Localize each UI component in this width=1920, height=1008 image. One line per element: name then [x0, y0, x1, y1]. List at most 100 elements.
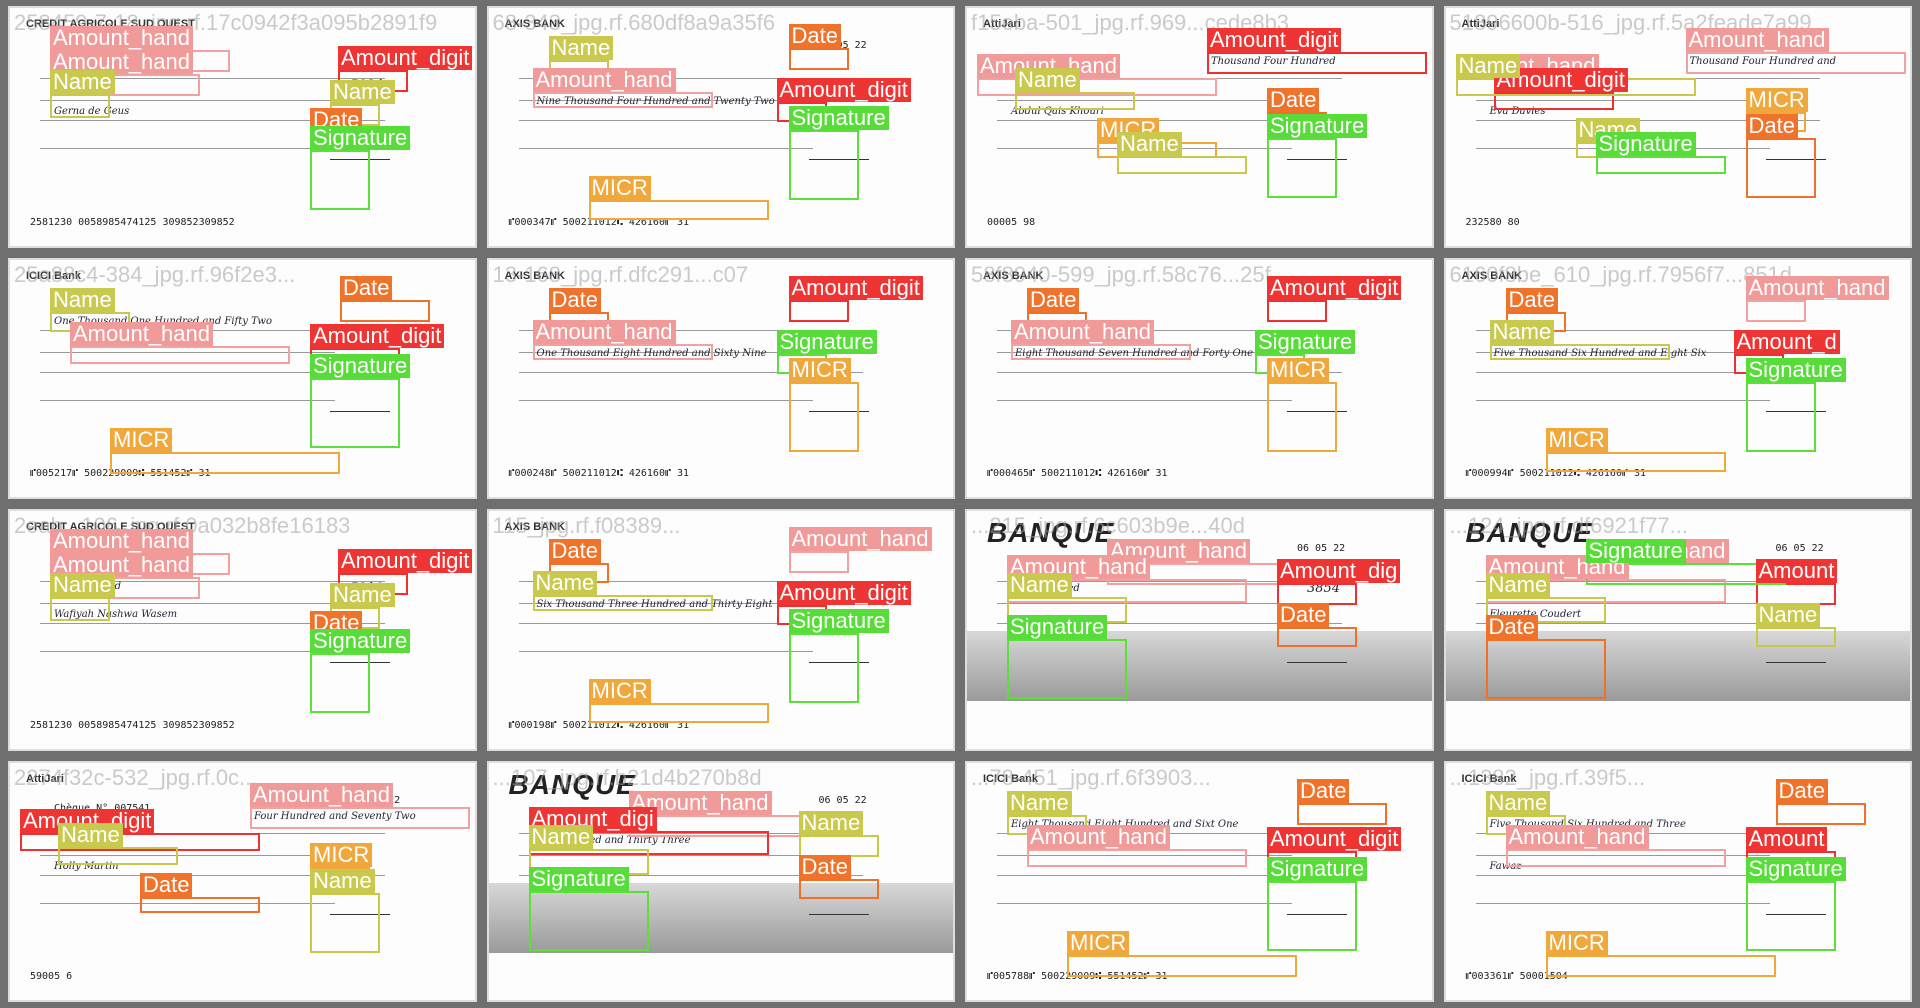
annotation-box-name[interactable]: [532, 595, 713, 611]
annotation-box-hand[interactable]: [250, 806, 470, 829]
annotation-box-name[interactable]: [58, 846, 178, 865]
cheque-tile[interactable]: ...1382_jpg.rf.39f5...ICICI BankFive Tho…: [1443, 760, 1912, 1002]
annotation-box-micr[interactable]: [588, 703, 769, 723]
micr-line-text: ⑈000465⑈ 500211012⑆ 426160⑈ 31: [987, 468, 1168, 479]
annotation-box-micr[interactable]: [588, 200, 769, 220]
annotation-box-micr[interactable]: [1267, 381, 1337, 452]
cheque-line: [1475, 399, 1770, 401]
cheque-tile[interactable]: 25a88c4-384_jpg.rf.96f2e3... ICICI Bank On…: [8, 257, 477, 499]
cheque-tile[interactable]: 68-343_jpg.rf.680df8a9a35f6 AXIS BANK Nine…: [486, 6, 955, 248]
annotation-box-date[interactable]: [340, 299, 430, 322]
annotation-label-date: Date: [798, 854, 851, 879]
cheque-tile[interactable]: ...78-451_jpg.rf.6f3903... ICICI Bank Eigh…: [965, 760, 1434, 1002]
annotation-label-micr: MICR: [1745, 88, 1808, 112]
annotation-label-name: Name: [1117, 132, 1182, 156]
annotation-box-micr[interactable]: [1545, 451, 1726, 472]
annotation-box-name[interactable]: [50, 94, 110, 118]
cheque-tile[interactable]: 115_jpg.rf.f08389... AXIS BANK Six Thousan…: [486, 509, 955, 751]
annotation-box-hand[interactable]: [70, 345, 290, 364]
annotation-box-name[interactable]: [1489, 343, 1670, 360]
annotation-label-name: Name: [1015, 68, 1080, 92]
cheque-date-text: 06 05 22: [1297, 543, 1346, 554]
annotation-box-micr[interactable]: [1067, 954, 1297, 977]
annotation-label-digit: Amount_digit: [1207, 28, 1342, 52]
annotation-box-sig[interactable]: [528, 890, 649, 951]
annotation-label-digit: Amount_digit: [338, 46, 473, 70]
tile-filename: ...107_jpg.rf.b21d4b270b8d: [492, 764, 762, 790]
annotation-box-sig[interactable]: [1007, 639, 1127, 699]
annotation-box-sig[interactable]: [1745, 381, 1816, 452]
cheque-tile[interactable]: 58f8940-599_jpg.rf.58c76...25f AXIS BANK E…: [965, 257, 1434, 499]
annotation-label-sig: Signature: [1745, 357, 1846, 382]
cheque-tile[interactable]: ...124_jpg.rf.df6921f77...BANQUEHundredF…: [1443, 509, 1912, 751]
cheque-tile[interactable]: 2eab...106_jpg.rf.0a032b8fe16183 CREDIT A…: [8, 509, 477, 751]
tile-filename: ...124_jpg.rf.df6921f77...: [1449, 513, 1689, 538]
annotation-box-date[interactable]: [788, 48, 849, 70]
annotation-box-name[interactable]: [50, 597, 110, 621]
annotation-box-hand[interactable]: [1027, 848, 1247, 867]
annotation-box-sig[interactable]: [310, 653, 370, 713]
annotation-label-hand: Amount_hand: [788, 527, 932, 551]
annotation-box-sig[interactable]: [310, 377, 400, 448]
annotation-box-micr[interactable]: [110, 451, 340, 474]
micr-line-text: 232580 80: [1465, 216, 1520, 228]
annotation-box-digit[interactable]: [788, 299, 849, 322]
annotation-box-micr[interactable]: [788, 381, 859, 452]
annotation-box-name[interactable]: [1755, 627, 1836, 647]
annotation-label-date: Date: [1267, 88, 1320, 112]
annotation-box-sig[interactable]: [310, 150, 370, 210]
cheque-tile[interactable]: 13-168_jpg.rf.dfc291...c07 AXIS BANK One T…: [486, 257, 955, 499]
annotation-label-date: Date: [1485, 615, 1538, 639]
annotation-label-hand: Amount_hand: [532, 68, 676, 92]
annotation-box-sig[interactable]: [788, 633, 859, 703]
annotation-box-digit[interactable]: [1267, 299, 1327, 322]
annotation-box-sig[interactable]: [788, 130, 859, 200]
annotation-box-date[interactable]: [140, 896, 260, 913]
annotation-box-hand[interactable]: [532, 92, 713, 108]
annotation-box-date[interactable]: [1745, 138, 1816, 198]
cheque-tile[interactable]: f15eba-501_jpg.rf.969...cede8b3 AttiJari T…: [965, 6, 1434, 248]
annotation-label-digit: Amount_digit: [776, 78, 911, 102]
annotation-box-sig[interactable]: [1267, 880, 1357, 951]
cheque-tile[interactable]: 6160f8be_610_jpg.rf.7956f7...851d AXIS BA…: [1443, 257, 1912, 499]
annotation-box-sig[interactable]: [1267, 138, 1337, 198]
micr-line-text: 59005 6: [30, 971, 73, 982]
cheque-tile[interactable]: 2274f32c-532_jpg.rf.0c... AttiJari Four Hu…: [8, 760, 477, 1002]
annotation-box-name[interactable]: [1117, 156, 1247, 174]
cheque-tile[interactable]: 51896600b-516_jpg.rf.5a2feade7a99 AttiJar…: [1443, 6, 1912, 248]
annotation-box-hand[interactable]: [1745, 299, 1806, 322]
annotation-box-hand[interactable]: [788, 551, 849, 573]
annotation-label-sig: Signature: [776, 329, 877, 354]
cheque-line: [40, 148, 335, 149]
annotation-box-sig[interactable]: [1595, 156, 1726, 174]
annotation-box-date[interactable]: [1485, 639, 1606, 699]
annotation-box-hand[interactable]: [532, 343, 713, 360]
annotation-box-hand[interactable]: [1685, 52, 1906, 74]
annotation-box-date[interactable]: [1297, 802, 1387, 825]
annotation-label-name: Name: [50, 573, 115, 597]
annotation-label-micr: MICR: [788, 357, 851, 382]
annotation-box-hand[interactable]: [1505, 848, 1726, 867]
annotation-box-date[interactable]: [798, 878, 879, 899]
annotation-label-micr: MICR: [1545, 427, 1608, 452]
cheque-tile[interactable]: ...215_jpg.rf.6c603b9e...40dBANQUEEiat H…: [965, 509, 1434, 751]
annotation-label-sig: Signature: [1585, 539, 1686, 563]
annotation-box-name[interactable]: [1015, 92, 1135, 110]
annotation-box-micr[interactable]: [1545, 954, 1776, 977]
annotation-box-name[interactable]: [310, 892, 380, 953]
annotation-box-sig[interactable]: [1745, 880, 1836, 951]
annotation-label-name: Name: [548, 36, 614, 60]
annotation-label-sig: Signature: [1267, 114, 1368, 138]
annotation-label-name: Name: [58, 822, 123, 847]
annotation-label-date: Date: [1027, 287, 1080, 312]
annotation-label-micr: MICR: [588, 679, 651, 703]
annotation-label-hand: Amount_hand: [1745, 275, 1889, 300]
annotation-box-digit[interactable]: [1207, 52, 1427, 74]
cheque-tile[interactable]: ...107_jpg.rf.b21d4b270b8d BANQUE Two Hund…: [486, 760, 955, 1002]
annotation-box-date[interactable]: [1775, 802, 1866, 825]
cheque-background: [1446, 8, 1911, 246]
cheque-tile[interactable]: 258459-7-18_jpg.rf.17c0942f3a095b2891f9 C…: [8, 6, 477, 248]
annotation-label-digit: Amount_digit: [788, 275, 923, 300]
annotation-box-date[interactable]: [1277, 627, 1357, 647]
annotation-box-hand[interactable]: [1011, 343, 1191, 360]
